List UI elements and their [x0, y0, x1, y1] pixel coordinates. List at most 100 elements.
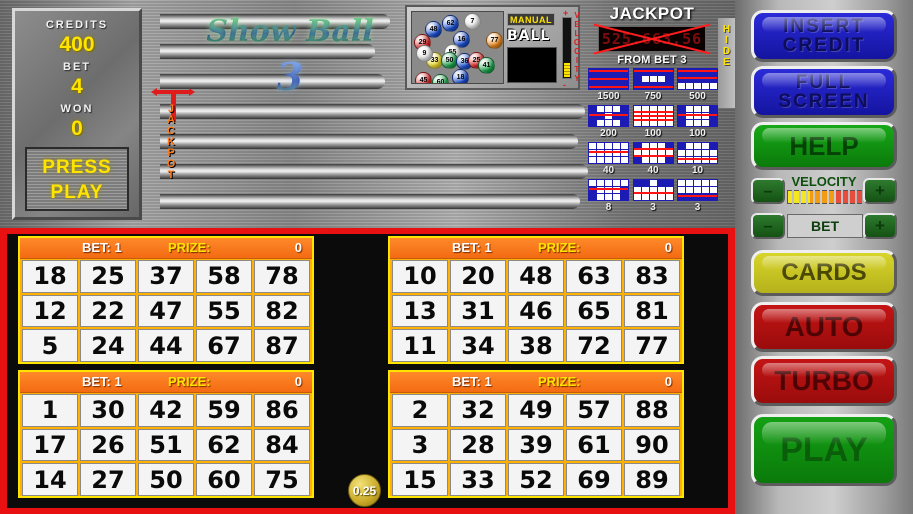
hide-tab-button[interactable]: HIDE [718, 18, 735, 108]
card-cell[interactable]: 31 [450, 294, 506, 328]
velocity-minus-button[interactable]: – [751, 178, 785, 204]
auto-button[interactable]: AUTO [751, 302, 897, 352]
card-cell[interactable]: 87 [254, 329, 310, 362]
card-cell[interactable]: 38 [508, 329, 564, 362]
bingo-card-1[interactable]: BET: 1 PRIZE: 0 18 25 37 58 78 12 22 47 55 82 5 24 4… [18, 236, 314, 364]
card-cell[interactable]: 62 [196, 428, 252, 462]
card-cell[interactable]: 42 [138, 394, 194, 427]
card-cell[interactable]: 10 [392, 260, 448, 293]
card-cell[interactable]: 51 [138, 428, 194, 462]
cards-button[interactable]: CARDS [751, 250, 897, 296]
card-cell[interactable]: 22 [80, 294, 136, 328]
card-number-grid[interactable]: 2 32 49 57 88 3 28 39 61 90 15 33 52 69 89 [392, 394, 680, 496]
card-cell[interactable]: 14 [22, 463, 78, 496]
card-cell[interactable]: 13 [392, 294, 448, 328]
bingo-card-2[interactable]: BET: 1 PRIZE: 0 10 20 48 63 83 13 31 46 65 81 11 34… [388, 236, 684, 364]
card-cell[interactable]: 49 [508, 394, 564, 427]
paytable-entry: 40 [588, 142, 629, 176]
card-cell[interactable]: 46 [508, 294, 564, 328]
card-cell[interactable]: 1 [22, 394, 78, 427]
insert-credit-button[interactable]: INSERT CREDIT [751, 10, 897, 62]
credits-value: 400 [59, 33, 95, 56]
card-cell[interactable]: 5 [22, 329, 78, 362]
card-cell[interactable]: 72 [566, 329, 622, 362]
turbo-button[interactable]: TURBO [751, 356, 897, 406]
card-cell[interactable]: 84 [254, 428, 310, 462]
card-cell[interactable]: 59 [196, 394, 252, 427]
velocity-plus-button[interactable]: + [863, 178, 897, 204]
card-cell[interactable]: 26 [80, 428, 136, 462]
drum-velocity-track[interactable] [562, 17, 572, 79]
drum-velocity-minus-icon[interactable]: - [563, 81, 566, 90]
bet-field[interactable]: BET [787, 214, 863, 238]
card-number-grid[interactable]: 1 30 42 59 86 17 26 51 62 84 14 27 50 60 75 [22, 394, 310, 496]
card-number-grid[interactable]: 10 20 48 63 83 13 31 46 65 81 11 34 38 72 77 [392, 260, 680, 362]
card-cell[interactable]: 65 [566, 294, 622, 328]
card-cell[interactable]: 39 [508, 428, 564, 462]
card-cell[interactable]: 30 [80, 394, 136, 427]
card-cell[interactable]: 52 [508, 463, 564, 496]
card-cell[interactable]: 32 [450, 394, 506, 427]
paytable-row: 40 40 10 [588, 142, 718, 176]
ball-drum-panel: 627482916773355503625419186045 MANUAL BA… [405, 5, 580, 90]
card-number-grid[interactable]: 18 25 37 58 78 12 22 47 55 82 5 24 44 67 87 [22, 260, 310, 362]
card-cell[interactable]: 67 [196, 329, 252, 362]
card-cell[interactable]: 48 [508, 260, 564, 293]
card-cell[interactable]: 11 [392, 329, 448, 362]
bingo-card-4[interactable]: BET: 1 PRIZE: 0 2 32 49 57 88 3 28 39 61 90 15 33 52… [388, 370, 684, 498]
card-cell[interactable]: 57 [566, 394, 622, 427]
bingo-card-3[interactable]: BET: 1 PRIZE: 0 1 30 42 59 86 17 26 51 62 84 14 27 5… [18, 370, 314, 498]
card-cell[interactable]: 63 [566, 260, 622, 293]
card-cell[interactable]: 2 [392, 394, 448, 427]
card-cell[interactable]: 27 [80, 463, 136, 496]
bet-plus-button[interactable]: + [863, 213, 897, 239]
press-play-message: PRESS PLAY [25, 147, 129, 211]
manual-button[interactable]: MANUAL [507, 13, 555, 26]
card-cell[interactable]: 89 [624, 463, 680, 496]
card-cell[interactable]: 55 [196, 294, 252, 328]
jackpot-title: JACKPOT [609, 4, 695, 23]
card-cell[interactable]: 61 [566, 428, 622, 462]
card-cell[interactable]: 83 [624, 260, 680, 293]
bet-minus-button[interactable]: – [751, 213, 785, 239]
card-cell[interactable]: 17 [22, 428, 78, 462]
card-cell[interactable]: 34 [450, 329, 506, 362]
card-cell[interactable]: 33 [450, 463, 506, 496]
paytable-row: 200 100 100 [588, 105, 718, 139]
card-cell[interactable]: 78 [254, 260, 310, 293]
card-bet: BET: 1 [452, 240, 492, 255]
card-cell[interactable]: 28 [450, 428, 506, 462]
card-cell[interactable]: 77 [624, 329, 680, 362]
card-cell[interactable]: 88 [624, 394, 680, 427]
card-cell[interactable]: 12 [22, 294, 78, 328]
velocity-meter[interactable] [787, 190, 863, 204]
card-cell[interactable]: 75 [254, 463, 310, 496]
card-cell[interactable]: 81 [624, 294, 680, 328]
card-cell[interactable]: 58 [196, 260, 252, 293]
coin-denomination-icon[interactable]: 0.25 [348, 474, 381, 507]
drum-velocity-slider[interactable]: + - VELOCITY [562, 9, 580, 90]
full-screen-button[interactable]: FULL SCREEN [751, 66, 897, 118]
card-cell[interactable]: 37 [138, 260, 194, 293]
card-cell[interactable]: 3 [392, 428, 448, 462]
card-cell[interactable]: 69 [566, 463, 622, 496]
card-cell[interactable]: 50 [138, 463, 194, 496]
card-prize-label: PRIZE: [168, 374, 211, 389]
card-cell[interactable]: 60 [196, 463, 252, 496]
drum-velocity-plus-icon[interactable]: + [563, 9, 568, 18]
card-cell[interactable]: 20 [450, 260, 506, 293]
paytable-pattern-icon [677, 142, 718, 164]
card-cell[interactable]: 24 [80, 329, 136, 362]
card-cell[interactable]: 47 [138, 294, 194, 328]
play-button[interactable]: PLAY [751, 414, 897, 486]
card-cell[interactable]: 15 [392, 463, 448, 496]
card-cell[interactable]: 44 [138, 329, 194, 362]
paytable-value: 3 [694, 202, 701, 213]
logo-subtitle: 3 [200, 54, 380, 99]
card-cell[interactable]: 86 [254, 394, 310, 427]
card-cell[interactable]: 18 [22, 260, 78, 293]
card-cell[interactable]: 82 [254, 294, 310, 328]
card-cell[interactable]: 90 [624, 428, 680, 462]
card-cell[interactable]: 25 [80, 260, 136, 293]
help-button[interactable]: HELP [751, 122, 897, 170]
